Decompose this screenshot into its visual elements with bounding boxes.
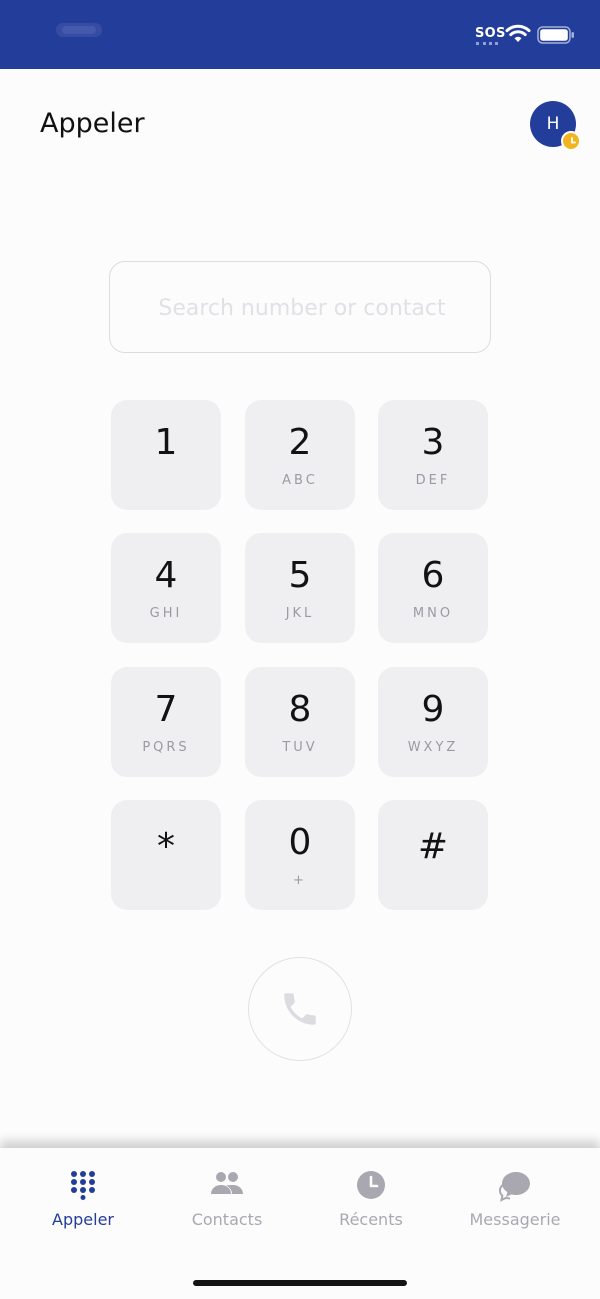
- key-digit: 1: [154, 422, 178, 463]
- status-time-placeholder: [56, 23, 102, 37]
- presence-badge: [561, 131, 581, 151]
- tab-label: Contacts: [191, 1210, 263, 1229]
- status-bar: SOS: [0, 0, 600, 69]
- key-9[interactable]: 9 WXYZ: [378, 667, 488, 777]
- key-digit: #: [417, 826, 449, 867]
- key-digit: 7: [154, 689, 178, 730]
- key-digit: 5: [288, 555, 312, 596]
- key-digit: 4: [154, 555, 178, 596]
- key-letters: JKL: [285, 606, 315, 621]
- search-input[interactable]: [110, 262, 494, 354]
- tab-label: Messagerie: [469, 1210, 561, 1229]
- sos-indicator: SOS: [475, 26, 506, 41]
- key-letters: ABC: [282, 473, 318, 488]
- tab-appeler[interactable]: Appeler: [8, 1148, 158, 1248]
- key-digit: 2: [288, 422, 312, 463]
- key-letters: PQRS: [142, 740, 190, 755]
- chat-icon: [498, 1172, 530, 1202]
- tab-recents[interactable]: Récents: [296, 1148, 446, 1248]
- key-4[interactable]: 4 GHI: [111, 533, 221, 643]
- tab-bar: Appeler Contacts Récents Messagerie: [0, 1148, 600, 1299]
- tab-label: Récents: [339, 1210, 403, 1229]
- battery-icon: [537, 26, 574, 44]
- key-letters: WXYZ: [407, 740, 459, 755]
- key-digit: 0: [288, 822, 312, 863]
- key-1[interactable]: 1: [111, 400, 221, 510]
- key-hash[interactable]: #: [378, 800, 488, 910]
- key-digit: 9: [421, 689, 445, 730]
- tab-contacts[interactable]: Contacts: [152, 1148, 302, 1248]
- key-letters: TUV: [282, 740, 318, 755]
- key-6[interactable]: 6 MNO: [378, 533, 488, 643]
- phone-icon: [284, 993, 316, 1025]
- key-5[interactable]: 5 JKL: [245, 533, 355, 643]
- wifi-icon: [505, 24, 531, 42]
- key-star[interactable]: *: [111, 800, 221, 910]
- contacts-icon: [211, 1172, 243, 1194]
- key-7[interactable]: 7 PQRS: [111, 667, 221, 777]
- key-digit: 3: [421, 422, 445, 463]
- clock-icon: [357, 1171, 385, 1199]
- key-digit: 6: [421, 555, 445, 596]
- tab-label: Appeler: [52, 1210, 114, 1229]
- signal-dots-icon: [476, 42, 498, 48]
- call-button[interactable]: [248, 957, 352, 1061]
- home-indicator: [193, 1280, 407, 1286]
- key-digit: *: [157, 826, 175, 867]
- key-letters: GHI: [149, 606, 183, 621]
- key-0[interactable]: 0 +: [245, 800, 355, 910]
- key-letters: DEF: [415, 473, 451, 488]
- search-box: [109, 261, 494, 354]
- key-2[interactable]: 2 ABC: [245, 400, 355, 510]
- page-title: Appeler: [40, 108, 145, 139]
- tab-messagerie[interactable]: Messagerie: [440, 1148, 590, 1248]
- key-3[interactable]: 3 DEF: [378, 400, 488, 510]
- clock-icon: [571, 137, 576, 144]
- key-digit: 8: [288, 689, 312, 730]
- dialpad-icon: [71, 1171, 95, 1200]
- key-letters: MNO: [412, 606, 454, 621]
- key-letters: +: [293, 873, 307, 888]
- key-8[interactable]: 8 TUV: [245, 667, 355, 777]
